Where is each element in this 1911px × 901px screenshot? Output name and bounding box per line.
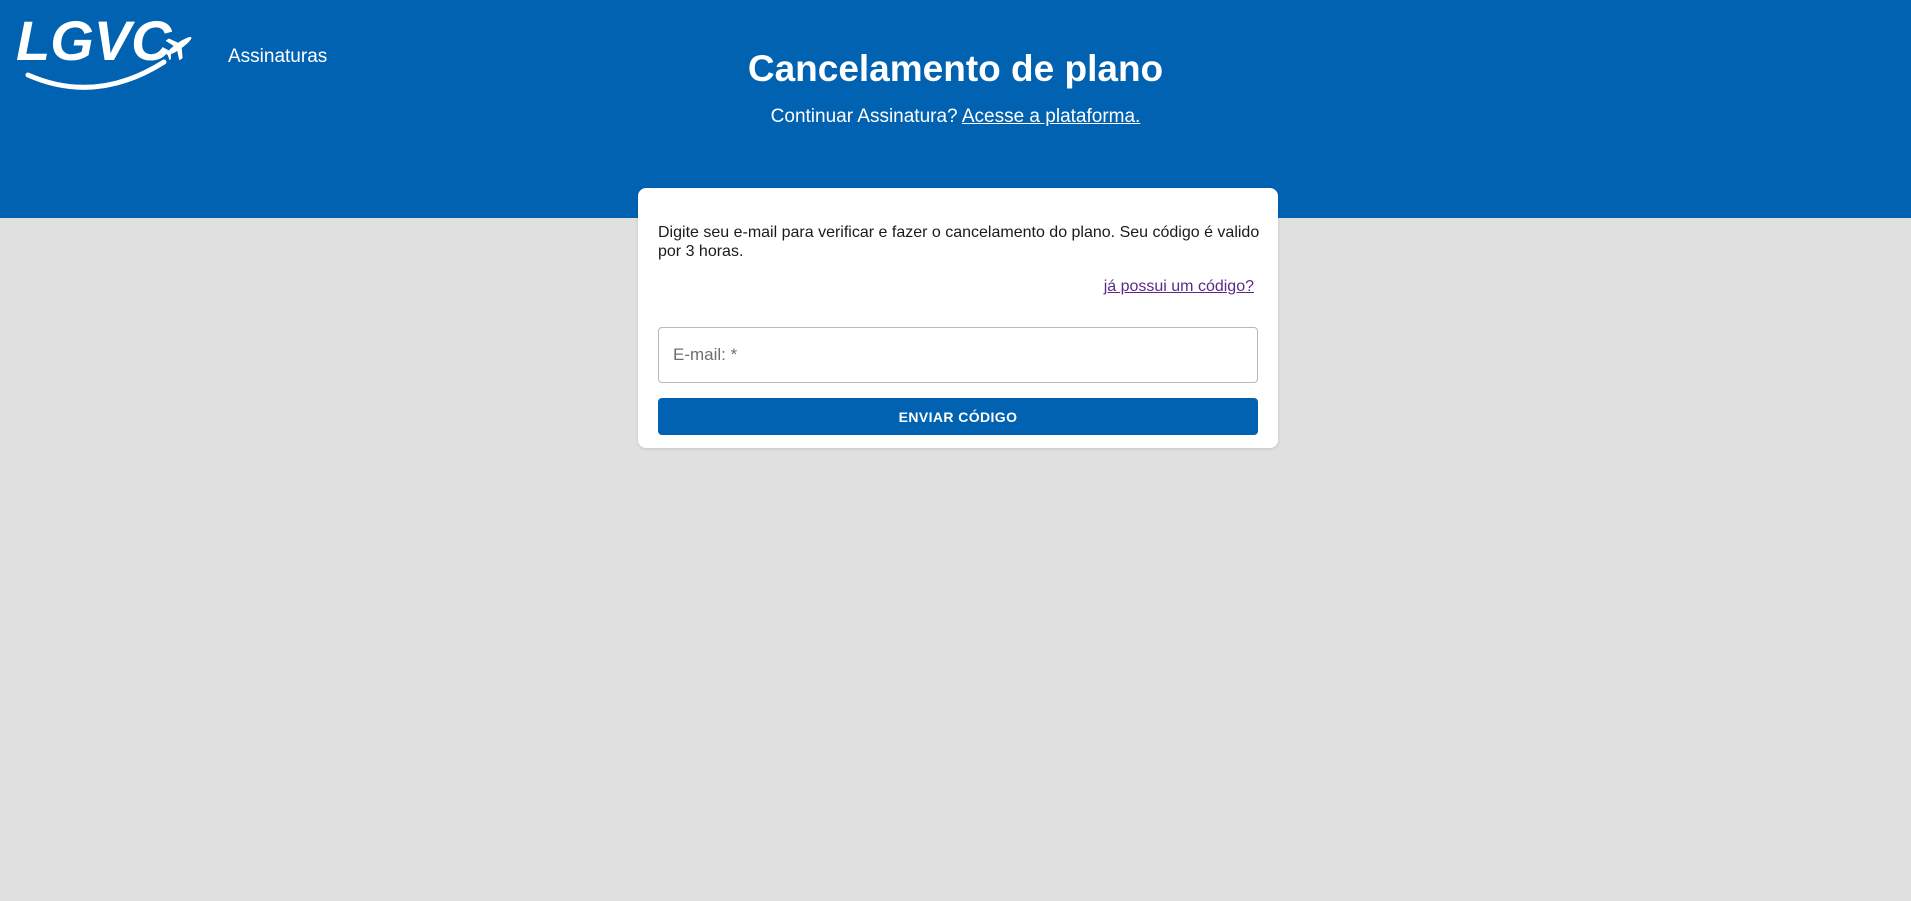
continue-subscription-text: Continuar Assinatura?	[770, 106, 958, 127]
form-description: Digite seu e-mail para verificar e fazer…	[658, 224, 1260, 260]
continue-subscription-line: Continuar Assinatura? Acesse a plataform…	[0, 106, 1911, 128]
cancel-form-card: Digite seu e-mail para verificar e fazer…	[638, 188, 1278, 448]
email-input[interactable]	[659, 328, 1257, 382]
header-band: LGVC Assinaturas Cancelamento de plano C…	[0, 0, 1911, 218]
page-title: Cancelamento de plano	[747, 48, 1164, 89]
send-code-button[interactable]: ENVIAR CÓDIGO	[658, 398, 1258, 435]
email-field[interactable]	[658, 327, 1258, 383]
platform-link[interactable]: Acesse a plataforma.	[962, 106, 1140, 127]
page: LGVC Assinaturas Cancelamento de plano C…	[0, 0, 1911, 901]
have-code-link[interactable]: já possui um código?	[1104, 278, 1254, 296]
